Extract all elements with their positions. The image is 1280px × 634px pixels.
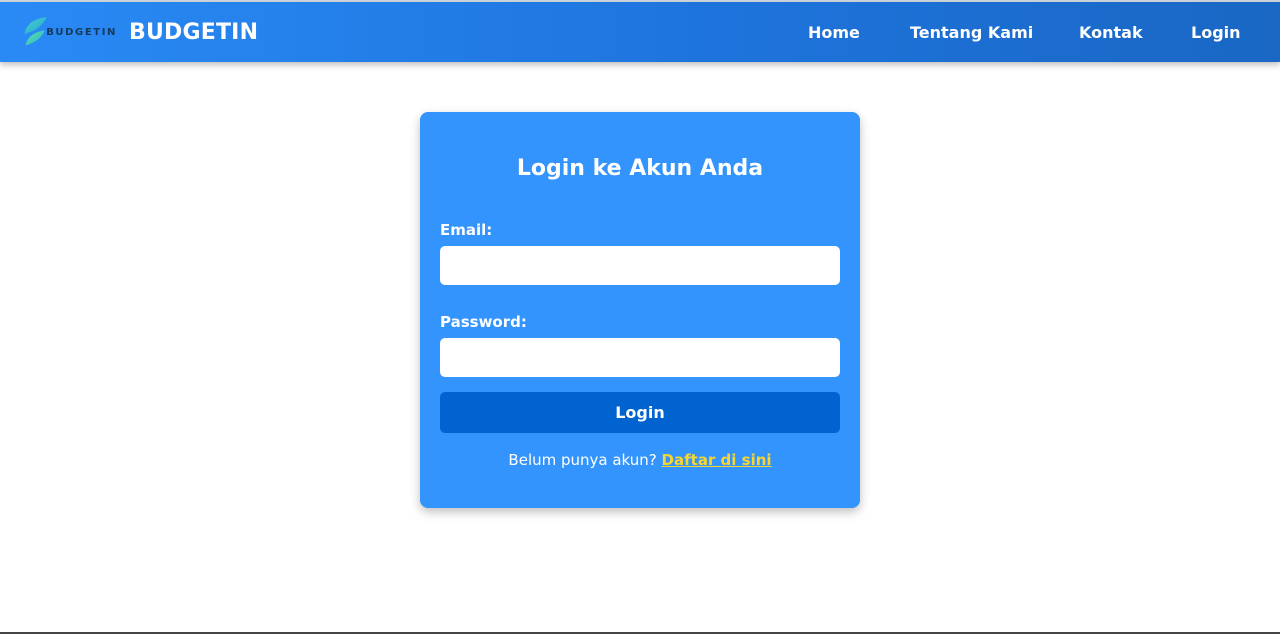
login-card: Login ke Akun Anda Email: Password: Logi…: [420, 112, 860, 508]
nav-link-contact[interactable]: Kontak: [1079, 23, 1143, 42]
email-label: Email:: [440, 221, 493, 239]
brand-title[interactable]: BUDGETIN: [129, 20, 258, 45]
signup-prompt-text: Belum punya akun?: [508, 451, 657, 469]
page: BUDGETIN BUDGETIN Home Tentang Kami Kont…: [0, 0, 1280, 634]
password-input[interactable]: [440, 338, 840, 377]
signup-prompt-row: Belum punya akun? Daftar di sini: [420, 451, 860, 469]
brand[interactable]: BUDGETIN BUDGETIN: [22, 12, 258, 52]
nav-link-about[interactable]: Tentang Kami: [910, 23, 1033, 42]
logo-wordmark: BUDGETIN: [46, 27, 117, 38]
login-title: Login ke Akun Anda: [516, 156, 764, 181]
password-label: Password:: [440, 313, 527, 331]
logo: BUDGETIN: [22, 12, 117, 52]
nav-link-login[interactable]: Login: [1191, 23, 1241, 42]
navbar: BUDGETIN BUDGETIN Home Tentang Kami Kont…: [0, 2, 1280, 62]
email-input[interactable]: [440, 246, 840, 285]
signup-link[interactable]: Daftar di sini: [662, 451, 772, 469]
nav-link-home[interactable]: Home: [808, 23, 860, 42]
login-button[interactable]: Login: [440, 392, 840, 433]
